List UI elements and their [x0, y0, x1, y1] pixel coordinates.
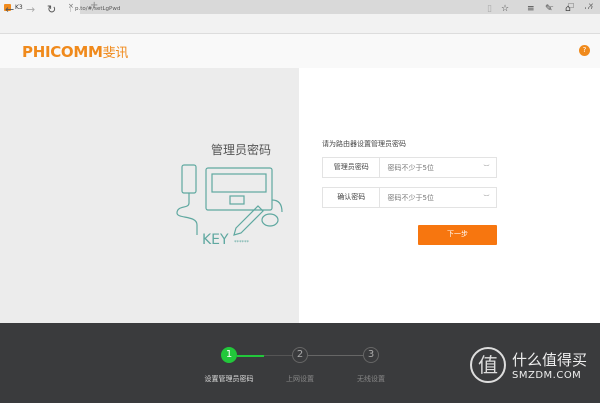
back-icon[interactable]: ←: [5, 3, 14, 16]
key-text: KEY: [202, 232, 229, 245]
help-button[interactable]: ?: [579, 45, 590, 56]
step-2-indicator: 2: [292, 347, 308, 363]
show-password-icon[interactable]: ︶: [483, 163, 496, 172]
watermark-line1: 什么值得买: [512, 351, 588, 369]
admin-password-label: 管理员密码: [323, 158, 381, 177]
illustration-title: 管理员密码: [211, 143, 272, 157]
share-icon[interactable]: ⌂: [565, 4, 571, 14]
refresh-icon[interactable]: ↻: [47, 3, 56, 16]
step-connector: [308, 355, 363, 356]
step-3-indicator: 3: [363, 347, 379, 363]
next-button[interactable]: 下一步: [418, 225, 497, 245]
web-note-icon[interactable]: ✎: [545, 4, 553, 14]
step-3-label: 无线设置: [357, 375, 385, 383]
show-password-icon[interactable]: ︶: [483, 193, 496, 202]
address-bar: [0, 14, 600, 34]
hub-icon[interactable]: ≡: [527, 4, 535, 14]
url-field[interactable]: p.to/#/setLgPwd: [70, 6, 120, 12]
more-icon[interactable]: ⋯: [584, 4, 593, 14]
key-dots: ******: [234, 240, 250, 245]
step-2-label: 上网设置: [286, 375, 314, 383]
step-1-indicator: 1: [221, 347, 237, 363]
tab-title: K3: [15, 3, 23, 11]
confirm-password-input[interactable]: [380, 193, 484, 202]
admin-password-input[interactable]: [380, 163, 484, 172]
forward-icon[interactable]: →: [26, 3, 35, 16]
admin-password-field: 管理员密码 ︶: [322, 157, 497, 178]
phicomm-logo: PHICOMM斐讯: [22, 43, 129, 61]
reading-view-icon[interactable]: ▯: [487, 4, 492, 14]
favorite-star-icon[interactable]: ☆: [501, 4, 509, 14]
step-1-label: 设置管理员密码: [204, 375, 254, 383]
laptop-key-illustration: KEY ******: [176, 164, 283, 245]
confirm-password-label: 确认密码: [323, 188, 381, 207]
watermark-line2: SMZDM.COM: [512, 370, 582, 381]
step-progress: [237, 355, 264, 357]
smzdm-watermark: 值 什么值得买 SMZDM.COM: [470, 347, 587, 383]
watermark-seal: 值: [470, 347, 506, 383]
form-prompt: 请为路由器设置管理员密码: [322, 140, 406, 148]
confirm-password-field: 确认密码 ︶: [322, 187, 497, 208]
